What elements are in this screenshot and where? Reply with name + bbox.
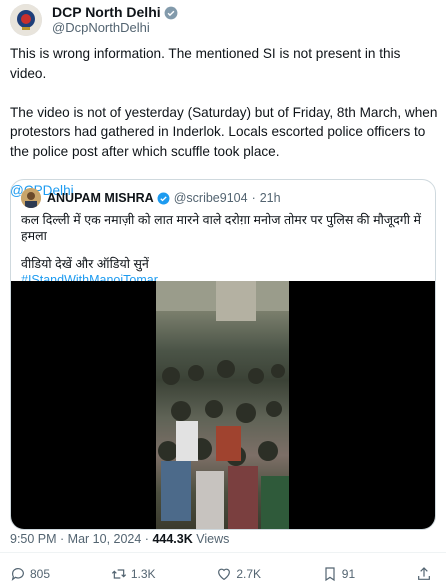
repost-button[interactable]: 1.3K [111, 566, 156, 582]
divider [0, 552, 446, 553]
tweet-meta: 9:50 PM · Mar 10, 2024 · 444.3K Views [10, 532, 229, 546]
bookmark-count: 91 [341, 567, 356, 581]
quoted-author-handle[interactable]: @scribe9104 [174, 191, 248, 205]
author-avatar[interactable] [10, 4, 42, 36]
views-count: 444.3K [152, 532, 193, 546]
like-count: 2.7K [236, 567, 261, 581]
author-handle[interactable]: @DcpNorthDelhi [52, 20, 178, 36]
quoted-line-1: कल दिल्ली में एक नमाज़ी को लात मारने वाल… [21, 213, 421, 243]
reply-count: 805 [30, 567, 51, 581]
video-thumbnail [156, 281, 289, 529]
tweet-timestamp[interactable]: 9:50 PM · Mar 10, 2024 · [10, 532, 152, 546]
like-button[interactable]: 2.7K [216, 566, 261, 582]
repost-count: 1.3K [130, 567, 156, 581]
quoted-author-name[interactable]: ANUPAM MISHRA [47, 191, 154, 205]
quoted-author-avatar[interactable] [21, 188, 41, 208]
verified-badge-icon [164, 6, 178, 20]
tweet-paragraph-1: This is wrong information. The mentioned… [10, 46, 401, 81]
heart-icon [218, 568, 231, 581]
author-name[interactable]: DCP North Delhi [52, 4, 161, 20]
quoted-tweet[interactable]: ANUPAM MISHRA @scribe9104 · 21h कल दिल्ल… [10, 179, 436, 530]
tweet-paragraph-2: The video is not of yesterday (Saturday)… [10, 104, 438, 159]
tweet-header: DCP North Delhi @DcpNorthDelhi [10, 4, 178, 36]
quoted-body: कल दिल्ली में एक नमाज़ी को लात मारने वाल… [21, 212, 425, 288]
bookmark-icon [325, 567, 335, 582]
share-button[interactable] [416, 566, 436, 582]
reply-icon [11, 568, 24, 581]
share-icon [418, 567, 430, 580]
repost-icon [111, 569, 126, 579]
action-bar: 805 1.3K 2.7K 91 [10, 566, 436, 582]
verified-badge-icon [157, 192, 170, 205]
bookmark-button[interactable]: 91 [322, 566, 355, 582]
quoted-time[interactable]: 21h [260, 191, 281, 205]
quoted-line-2: वीडियो देखें और ऑडियो सुनें [21, 257, 149, 271]
reply-button[interactable]: 805 [10, 566, 50, 582]
video-player[interactable] [11, 281, 435, 529]
views-label: Views [192, 532, 230, 546]
